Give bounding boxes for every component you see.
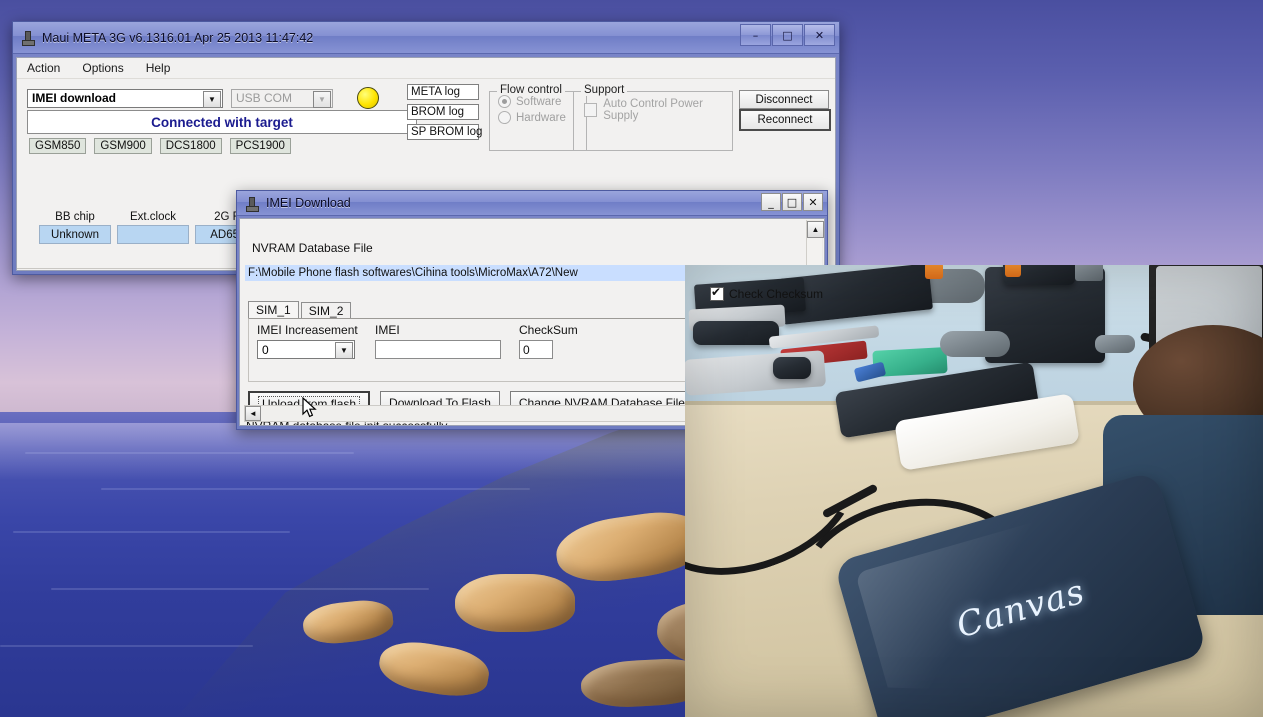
radio-dot-icon (498, 95, 511, 108)
wallpaper-wave (101, 487, 531, 490)
flow-control-caption: Flow control (497, 84, 565, 96)
band-dcs1800: DCS1800 (159, 138, 222, 154)
menu-item-options[interactable]: Options (82, 61, 123, 75)
imei-dialog-controls: _ □ ✕ (761, 193, 823, 211)
mode-combo-value: IMEI download (32, 91, 116, 105)
video-equipment (693, 321, 779, 345)
app-icon (245, 196, 260, 212)
imei-dialog-title: IMEI Download (266, 196, 351, 210)
scroll-left-arrow-icon[interactable]: ◄ (245, 406, 261, 421)
disconnect-label: Disconnect (755, 93, 813, 106)
band-pcs1900: PCS1900 (229, 138, 291, 154)
video-equipment (925, 265, 943, 279)
checksum-label: CheckSum (519, 323, 578, 337)
webcam-video-overlay: Canvas (685, 265, 1263, 717)
checkbox-icon (584, 103, 598, 117)
minimize-button[interactable]: – (740, 24, 771, 46)
imei-label: IMEI (375, 323, 400, 337)
checkbox-checked-icon (710, 285, 724, 301)
mode-combo[interactable]: IMEI download ▼ (27, 88, 223, 108)
video-tool (773, 357, 811, 379)
meta-log-button[interactable]: META log (407, 84, 479, 100)
radio-dot-icon (498, 111, 511, 124)
port-combo-value: USB COM (236, 91, 293, 105)
brom-log-button[interactable]: BROM log (407, 104, 479, 120)
wallpaper-wave (0, 645, 253, 648)
radio-hardware-label: Hardware (516, 111, 566, 124)
close-button[interactable]: ✕ (804, 24, 835, 46)
chevron-down-icon[interactable]: ▼ (203, 90, 221, 108)
app-icon (21, 30, 36, 46)
checksum-input[interactable]: 0 (519, 340, 553, 359)
connection-status-field: Connected with target (27, 110, 417, 134)
video-tool (940, 331, 1010, 357)
menu-item-action[interactable]: Action (27, 61, 60, 75)
imei-increasement-value: 0 (262, 342, 269, 357)
video-equipment (1095, 335, 1135, 353)
sp-brom-log-button[interactable]: SP BROM log (407, 124, 482, 140)
chip-info-bb: BB chip Unknown (39, 211, 111, 244)
chip-info-group: BB chip Unknown Ext.clock 2G RF AD6548 (39, 211, 267, 244)
ext-clock-value (117, 225, 189, 244)
disconnect-button[interactable]: Disconnect (739, 90, 829, 109)
main-window-controls: – □ ✕ (740, 24, 835, 46)
reconnect-button[interactable]: Reconnect (739, 109, 831, 131)
menu-item-help[interactable]: Help (146, 61, 171, 75)
radio-software-label: Software (516, 95, 562, 108)
chip-info-extclock: Ext.clock (117, 211, 189, 244)
top-controls-row: IMEI download ▼ USB COM ▼ (27, 87, 379, 109)
reconnect-label: Reconnect (757, 114, 813, 126)
check-checksum-label: Check Checksum (729, 287, 824, 301)
imei-dialog-titlebar[interactable]: IMEI Download _ □ ✕ (237, 191, 827, 216)
video-equipment (1005, 265, 1021, 277)
auto-control-power-supply-checkbox[interactable]: Auto Control Power Supply (584, 98, 732, 122)
bb-chip-label: BB chip (55, 211, 95, 223)
port-combo[interactable]: USB COM ▼ (231, 88, 333, 108)
wallpaper-wave (12, 530, 291, 533)
support-group: Support Auto Control Power Supply (573, 84, 733, 151)
imei-increasement-combo[interactable]: 0 ▼ (257, 340, 355, 359)
wallpaper-rock (454, 573, 575, 632)
imei-increasement-label: IMEI Increasement (257, 323, 358, 337)
band-gsm900: GSM900 (94, 138, 152, 154)
wallpaper-wave (25, 451, 354, 454)
nvram-database-file-label: NVRAM Database File (252, 241, 373, 255)
log-button-group: META log BROM log SP BROM log (407, 84, 482, 144)
chevron-down-icon[interactable]: ▼ (335, 342, 353, 359)
video-equipment (1075, 265, 1103, 281)
maximize-button[interactable]: □ (772, 24, 803, 46)
band-list: GSM850 GSM900 DCS1800 PCS1900 (29, 138, 291, 154)
menu-bar: Action Options Help (17, 58, 835, 79)
minimize-button[interactable]: _ (761, 193, 781, 211)
status-led-icon (357, 87, 379, 109)
close-button[interactable]: ✕ (803, 193, 823, 211)
scroll-up-arrow-icon[interactable]: ▲ (807, 221, 824, 238)
connection-status-text: Connected with target (151, 114, 293, 130)
support-caption: Support (581, 84, 628, 96)
ext-clock-label: Ext.clock (129, 211, 176, 223)
chevron-down-icon[interactable]: ▼ (313, 90, 331, 108)
imei-input[interactable] (375, 340, 501, 359)
auto-control-power-supply-label: Auto Control Power Supply (603, 98, 703, 122)
bb-chip-value: Unknown (39, 225, 111, 244)
main-window-titlebar[interactable]: Maui META 3G v6.1316.01 Apr 25 2013 11:4… (13, 22, 839, 54)
main-window-title: Maui META 3G v6.1316.01 Apr 25 2013 11:4… (42, 30, 314, 45)
band-gsm850: GSM850 (29, 138, 87, 154)
check-checksum-checkbox[interactable]: Check Checksum (710, 285, 824, 301)
maximize-button[interactable]: □ (782, 193, 802, 211)
